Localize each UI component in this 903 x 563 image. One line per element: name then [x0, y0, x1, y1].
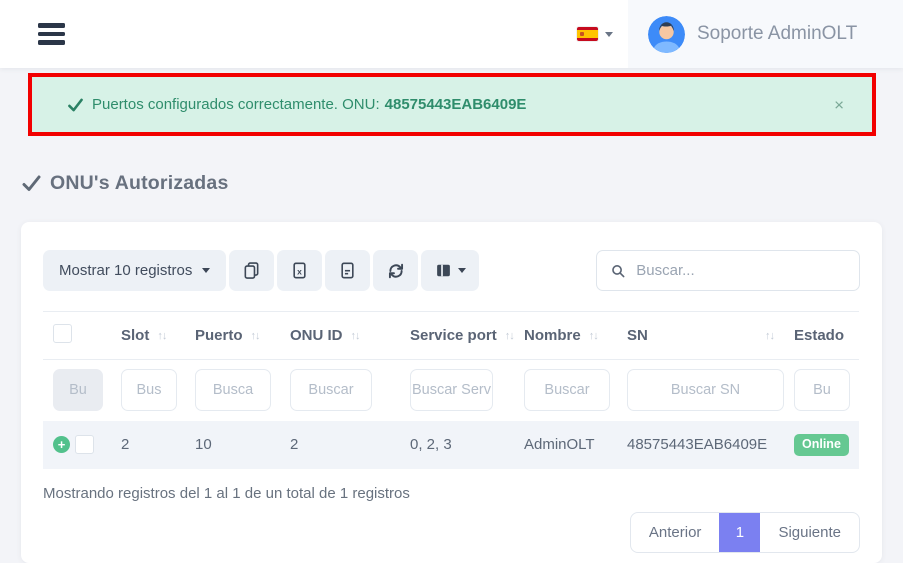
user-name: Soporte AdminOLT — [697, 23, 857, 45]
filter-nombre-input[interactable] — [524, 369, 610, 411]
filter-slot-input[interactable] — [121, 369, 177, 411]
pagination-next[interactable]: Siguiente — [760, 513, 859, 552]
column-header-slot[interactable]: Slot ↑↓ — [111, 312, 185, 360]
cell-sn: 48575443EAB6409E — [617, 421, 784, 469]
page-length-label: Mostrar 10 registros — [59, 262, 192, 279]
caret-down-icon — [605, 32, 613, 37]
app-screen: Soporte AdminOLT Puertos configurados co… — [0, 0, 903, 548]
cell-service-port: 0, 2, 3 — [400, 421, 514, 469]
excel-export-button[interactable]: x — [277, 250, 322, 291]
filter-row — [43, 360, 859, 422]
user-menu[interactable]: Soporte AdminOLT — [628, 0, 903, 68]
check-icon — [22, 175, 41, 192]
column-header-nombre[interactable]: Nombre ↑↓ — [514, 312, 617, 360]
svg-text:x: x — [298, 266, 303, 276]
column-header-sn[interactable]: SN ↑↓ — [617, 312, 784, 360]
close-icon[interactable]: × — [834, 96, 844, 113]
refresh-icon — [387, 262, 405, 280]
pagination-page-1[interactable]: 1 — [719, 513, 760, 552]
header-label: Slot — [121, 327, 149, 344]
header-label: Puerto — [195, 327, 243, 344]
datatable-card: Mostrar 10 registros x — [21, 222, 882, 563]
onu-table: Slot ↑↓ Puerto ↑↓ ONU ID ↑↓ Service port… — [43, 311, 859, 469]
column-header-estado: Estado — [784, 312, 859, 360]
search-input[interactable] — [636, 262, 845, 279]
search-icon — [611, 263, 625, 279]
page-title: ONU's Autorizadas — [22, 172, 903, 195]
header-label: Nombre — [524, 327, 581, 344]
language-selector[interactable] — [577, 27, 613, 42]
filter-estado-input[interactable] — [794, 369, 850, 411]
sort-icon: ↑↓ — [765, 330, 774, 342]
column-visibility-button[interactable] — [421, 250, 479, 291]
header-label: Estado — [794, 327, 844, 344]
records-summary: Mostrando registros del 1 al 1 de un tot… — [43, 485, 860, 502]
sort-icon: ↑↓ — [505, 330, 514, 342]
header-label: SN — [627, 327, 648, 344]
caret-down-icon — [458, 268, 466, 273]
sort-icon: ↑↓ — [157, 330, 166, 342]
header-label: Service port — [410, 327, 497, 344]
user-avatar — [648, 16, 685, 53]
caret-down-icon — [202, 268, 210, 273]
sort-icon: ↑↓ — [251, 330, 260, 342]
table-toolbar: Mostrar 10 registros x — [43, 250, 860, 291]
filter-sn-input[interactable] — [627, 369, 784, 411]
header-row: Slot ↑↓ Puerto ↑↓ ONU ID ↑↓ Service port… — [43, 312, 859, 360]
alert-text: Puertos configurados correctamente. ONU: — [92, 96, 380, 113]
topbar: Soporte AdminOLT — [0, 0, 903, 68]
cell-onu-id: 2 — [280, 421, 400, 469]
pagination-prev[interactable]: Anterior — [631, 513, 720, 552]
spain-flag-icon — [577, 27, 598, 42]
filter-service-port-input[interactable] — [410, 369, 493, 411]
filter-select-input — [53, 369, 103, 411]
column-header-onu-id[interactable]: ONU ID ↑↓ — [280, 312, 400, 360]
page-length-dropdown[interactable]: Mostrar 10 registros — [43, 250, 226, 291]
page-title-text: ONU's Autorizadas — [50, 172, 229, 195]
expand-row-icon[interactable]: + — [53, 436, 70, 453]
copy-icon — [243, 262, 260, 279]
table-row: + 2 10 2 0, 2, 3 AdminOLT 48575443EAB640… — [43, 421, 859, 469]
menu-toggle-icon[interactable] — [38, 23, 65, 45]
check-icon — [68, 98, 83, 112]
alert-onu-sn: 48575443EAB6409E — [385, 96, 527, 113]
filter-onu-id-input[interactable] — [290, 369, 372, 411]
status-badge: Online — [794, 434, 849, 456]
row-checkbox[interactable] — [75, 435, 94, 454]
columns-icon — [435, 262, 452, 279]
excel-file-icon: x — [291, 262, 308, 279]
sort-icon: ↑↓ — [351, 330, 360, 342]
sort-icon: ↑↓ — [589, 330, 598, 342]
column-header-service-port[interactable]: Service port ↑↓ — [400, 312, 514, 360]
filter-puerto-input[interactable] — [195, 369, 271, 411]
column-header-puerto[interactable]: Puerto ↑↓ — [185, 312, 280, 360]
file-export-button[interactable] — [325, 250, 370, 291]
alert-message: Puertos configurados correctamente. ONU:… — [92, 96, 526, 113]
refresh-button[interactable] — [373, 250, 418, 291]
button-strip: Mostrar 10 registros x — [43, 250, 479, 291]
cell-slot: 2 — [111, 421, 185, 469]
document-icon — [339, 262, 356, 279]
pagination: Anterior 1 Siguiente — [43, 512, 860, 553]
cell-nombre: AdminOLT — [514, 421, 617, 469]
success-alert: Puertos configurados correctamente. ONU:… — [32, 77, 872, 132]
select-all-checkbox[interactable] — [53, 324, 72, 343]
copy-button[interactable] — [229, 250, 274, 291]
cell-puerto: 10 — [185, 421, 280, 469]
table-search — [596, 250, 860, 291]
header-label: ONU ID — [290, 327, 343, 344]
annotation-highlight-box: Puertos configurados correctamente. ONU:… — [28, 73, 876, 136]
